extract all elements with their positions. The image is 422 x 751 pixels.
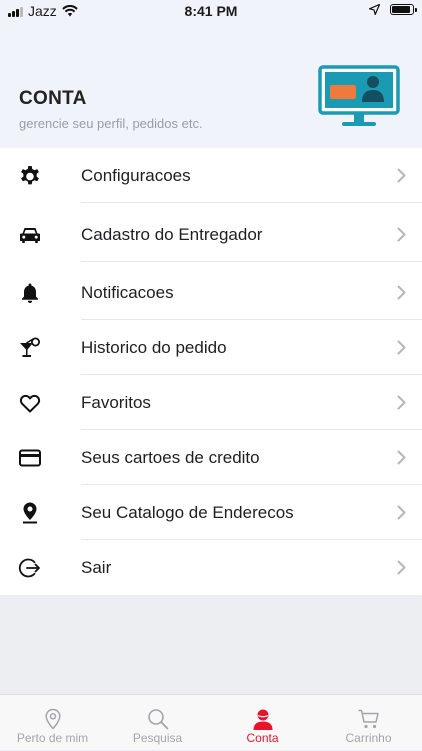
- menu-item-cadastro-entregador[interactable]: Cadastro do Entregador: [0, 207, 422, 262]
- divider: [81, 202, 422, 203]
- tab-label: Pesquisa: [132, 731, 183, 745]
- cocktail-icon: [20, 337, 40, 357]
- menu-item-configuracoes[interactable]: Configuracoes: [0, 148, 422, 203]
- account-monitor-icon: [318, 65, 400, 126]
- menu-item-notificacoes[interactable]: Notificacoes: [0, 265, 422, 320]
- battery-level: [392, 6, 410, 13]
- chevron-right-icon: [397, 395, 406, 410]
- tab-perto-de-mim[interactable]: Perto de mim: [0, 695, 105, 751]
- car-icon: [20, 228, 40, 243]
- divider: [81, 261, 422, 262]
- battery-icon: [390, 4, 417, 15]
- menu-item-label: Notificacoes: [81, 283, 174, 302]
- menu-item-label: Seus cartoes de credito: [81, 448, 260, 467]
- menu-item-catalogo-enderecos[interactable]: Seu Catalogo de Enderecos: [0, 485, 422, 540]
- account-menu: Configuracoes Cadastro do Entregador Not…: [0, 148, 422, 595]
- menu-item-historico-pedido[interactable]: Historico do pedido: [0, 320, 422, 375]
- user-icon: [253, 709, 272, 730]
- heart-icon: [19, 394, 41, 413]
- menu-item-label: Seu Catalogo de Enderecos: [81, 503, 294, 522]
- menu-item-label: Configuracoes: [81, 166, 191, 185]
- chevron-right-icon: [397, 560, 406, 575]
- account-header: CONTA gerencie seu perfil, pedidos etc.: [0, 22, 422, 148]
- menu-item-favoritos[interactable]: Favoritos: [0, 375, 422, 430]
- menu-item-label: Sair: [81, 558, 112, 577]
- menu-item-label: Cadastro do Entregador: [81, 225, 263, 244]
- menu-item-cartoes-credito[interactable]: Seus cartoes de credito: [0, 430, 422, 485]
- chevron-right-icon: [397, 505, 406, 520]
- status-time: 8:41 PM: [184, 3, 238, 19]
- chevron-right-icon: [397, 285, 406, 300]
- map-pin-icon: [44, 708, 61, 730]
- page-title: CONTA: [19, 88, 87, 109]
- status-right: [369, 4, 417, 15]
- status-bar: Jazz 8:41 PM: [0, 0, 422, 22]
- tab-carrinho[interactable]: Carrinho: [316, 695, 421, 751]
- page-subtitle: gerencie seu perfil, pedidos etc.: [19, 116, 203, 131]
- logout-icon: [18, 558, 40, 578]
- tab-label: Carrinho: [345, 731, 392, 745]
- menu-item-label: Favoritos: [81, 393, 151, 412]
- chevron-right-icon: [397, 168, 406, 183]
- menu-item-label: Historico do pedido: [81, 338, 227, 357]
- search-icon: [147, 709, 168, 730]
- cart-icon: [358, 709, 379, 729]
- tab-bar: Perto de mim Pesquisa Conta Carrinho: [0, 694, 422, 750]
- chevron-right-icon: [397, 227, 406, 242]
- tab-conta[interactable]: Conta: [210, 695, 315, 751]
- chevron-right-icon: [397, 340, 406, 355]
- menu-item-sair[interactable]: Sair: [0, 540, 422, 595]
- tab-pesquisa[interactable]: Pesquisa: [105, 695, 210, 751]
- tab-label: Conta: [246, 731, 279, 745]
- location-pin-icon: [23, 502, 37, 524]
- gear-icon: [21, 166, 39, 185]
- credit-card-icon: [19, 449, 41, 467]
- chevron-right-icon: [397, 450, 406, 465]
- tab-label: Perto de mim: [16, 731, 89, 745]
- location-arrow-icon: [369, 4, 380, 15]
- bell-icon: [22, 283, 38, 303]
